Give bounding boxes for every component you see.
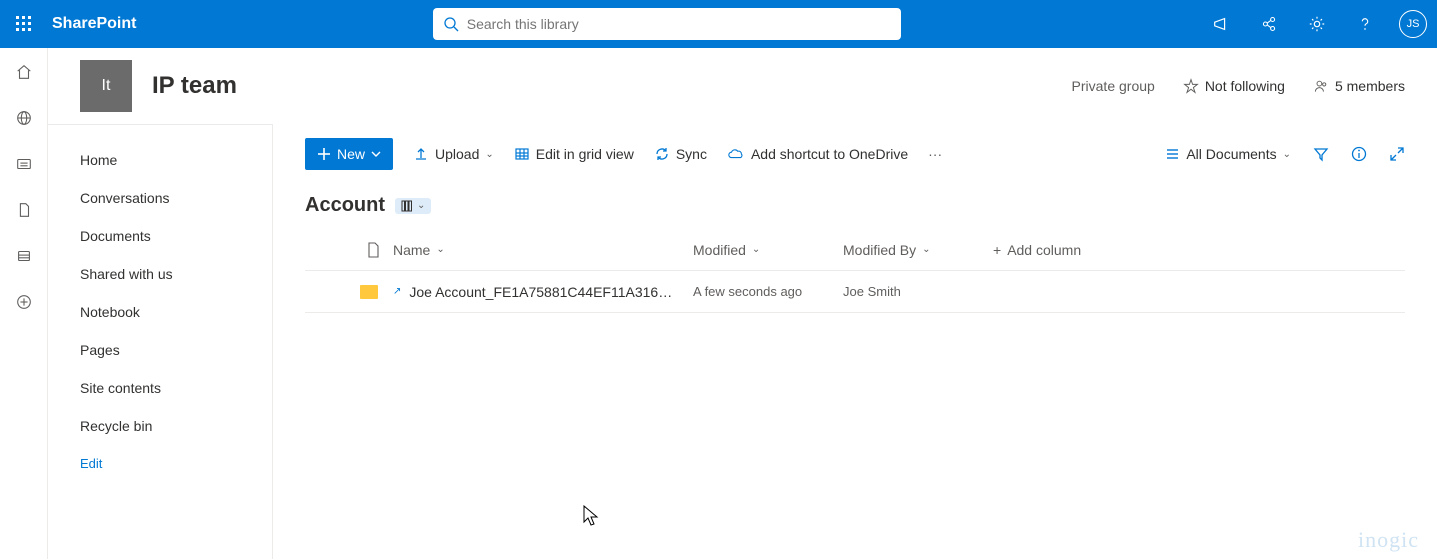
rail-file-icon[interactable] — [14, 200, 34, 220]
upload-icon — [413, 146, 429, 162]
nav-edit[interactable]: Edit — [48, 445, 272, 482]
rail-news-icon[interactable] — [14, 154, 34, 174]
chevron-down-icon: ⌄ — [485, 149, 493, 160]
file-icon — [366, 242, 380, 258]
column-header-modified-by[interactable]: Modified By ⌄ — [843, 242, 993, 258]
column-header-modified-by-label: Modified By — [843, 242, 916, 258]
plus-icon: + — [993, 242, 1001, 258]
nav-recycle-bin[interactable]: Recycle bin — [48, 407, 272, 445]
view-selector[interactable]: All Documents ⌄ — [1164, 146, 1291, 162]
chevron-down-icon: ⌄ — [1283, 149, 1291, 160]
nav-home[interactable]: Home — [48, 141, 272, 179]
edit-grid-button[interactable]: Edit in grid view — [514, 146, 634, 162]
search-box[interactable] — [433, 8, 901, 40]
settings-gear-icon[interactable] — [1293, 0, 1341, 48]
search-input[interactable] — [467, 16, 891, 32]
members-label: 5 members — [1335, 78, 1405, 94]
library-title[interactable]: Account — [305, 194, 385, 217]
plus-icon — [317, 147, 331, 161]
column-picker[interactable]: ⌄ — [395, 198, 431, 214]
new-button[interactable]: New — [305, 138, 393, 170]
table-row[interactable]: ↗ Joe Account_FE1A75881C44EF11A316002… A… — [305, 271, 1405, 313]
chevron-down-icon: ⌄ — [922, 244, 930, 255]
filter-icon — [1313, 146, 1329, 162]
megaphone-icon[interactable] — [1197, 0, 1245, 48]
add-column-label: Add column — [1007, 242, 1081, 258]
add-shortcut-button[interactable]: Add shortcut to OneDrive — [727, 146, 908, 162]
rail-list-icon[interactable] — [14, 246, 34, 266]
expand-button[interactable] — [1389, 146, 1405, 162]
filter-button[interactable] — [1313, 146, 1329, 162]
star-icon — [1183, 78, 1199, 94]
ellipsis-icon: ··· — [928, 146, 942, 162]
edit-grid-label: Edit in grid view — [536, 146, 634, 162]
members-button[interactable]: 5 members — [1313, 78, 1405, 94]
onedrive-icon — [727, 147, 745, 161]
grid-icon — [514, 146, 530, 162]
column-header-name[interactable]: Name ⌄ — [393, 242, 693, 258]
nav-shared-with-us[interactable]: Shared with us — [48, 255, 272, 293]
chevron-down-icon: ⌄ — [417, 200, 425, 211]
watermark: inogic — [1358, 527, 1419, 553]
nav-documents[interactable]: Documents — [48, 217, 272, 255]
column-header-name-label: Name — [393, 242, 430, 258]
site-title[interactable]: IP team — [152, 72, 237, 100]
nav-site-contents[interactable]: Site contents — [48, 369, 272, 407]
rail-globe-icon[interactable] — [14, 108, 34, 128]
add-shortcut-label: Add shortcut to OneDrive — [751, 146, 908, 162]
nav-notebook[interactable]: Notebook — [48, 293, 272, 331]
nav-pages[interactable]: Pages — [48, 331, 272, 369]
sync-icon — [654, 146, 670, 162]
list-view-icon — [1164, 146, 1180, 162]
chevron-down-icon — [371, 149, 381, 159]
nav-conversations[interactable]: Conversations — [48, 179, 272, 217]
help-icon[interactable] — [1341, 0, 1389, 48]
upload-button[interactable]: Upload ⌄ — [413, 146, 494, 162]
app-launcher[interactable] — [0, 0, 48, 48]
add-column-button[interactable]: + Add column — [993, 242, 1081, 258]
new-label: New — [337, 146, 365, 162]
sync-label: Sync — [676, 146, 707, 162]
rail-add-icon[interactable] — [14, 292, 34, 312]
rail-home-icon[interactable] — [14, 62, 34, 82]
follow-label: Not following — [1205, 78, 1285, 94]
column-header-type[interactable] — [353, 242, 393, 258]
site-privacy: Private group — [1072, 78, 1155, 94]
upload-label: Upload — [435, 146, 479, 162]
expand-icon — [1389, 146, 1405, 162]
folder-icon — [360, 285, 378, 299]
site-logo[interactable]: It — [80, 60, 132, 112]
info-button[interactable] — [1351, 146, 1367, 162]
left-nav: Home Conversations Documents Shared with… — [48, 124, 273, 559]
shortcut-badge-icon: ↗ — [393, 286, 401, 297]
chevron-down-icon: ⌄ — [752, 244, 760, 255]
avatar-initials: JS — [1399, 10, 1427, 38]
columns-icon — [401, 200, 413, 212]
account-avatar[interactable]: JS — [1389, 0, 1437, 48]
people-icon — [1313, 78, 1329, 94]
more-button[interactable]: ··· — [928, 146, 942, 162]
brand-label[interactable]: SharePoint — [52, 15, 136, 33]
row-name[interactable]: Joe Account_FE1A75881C44EF11A316002… — [409, 284, 679, 300]
follow-button[interactable]: Not following — [1183, 78, 1285, 94]
info-icon — [1351, 146, 1367, 162]
row-modified-by: Joe Smith — [843, 284, 901, 299]
chevron-down-icon: ⌄ — [436, 244, 444, 255]
column-header-modified[interactable]: Modified ⌄ — [693, 242, 843, 258]
search-icon — [443, 16, 459, 32]
view-label: All Documents — [1186, 146, 1276, 162]
sync-button[interactable]: Sync — [654, 146, 707, 162]
column-header-modified-label: Modified — [693, 242, 746, 258]
share-icon[interactable] — [1245, 0, 1293, 48]
row-modified: A few seconds ago — [693, 284, 802, 299]
